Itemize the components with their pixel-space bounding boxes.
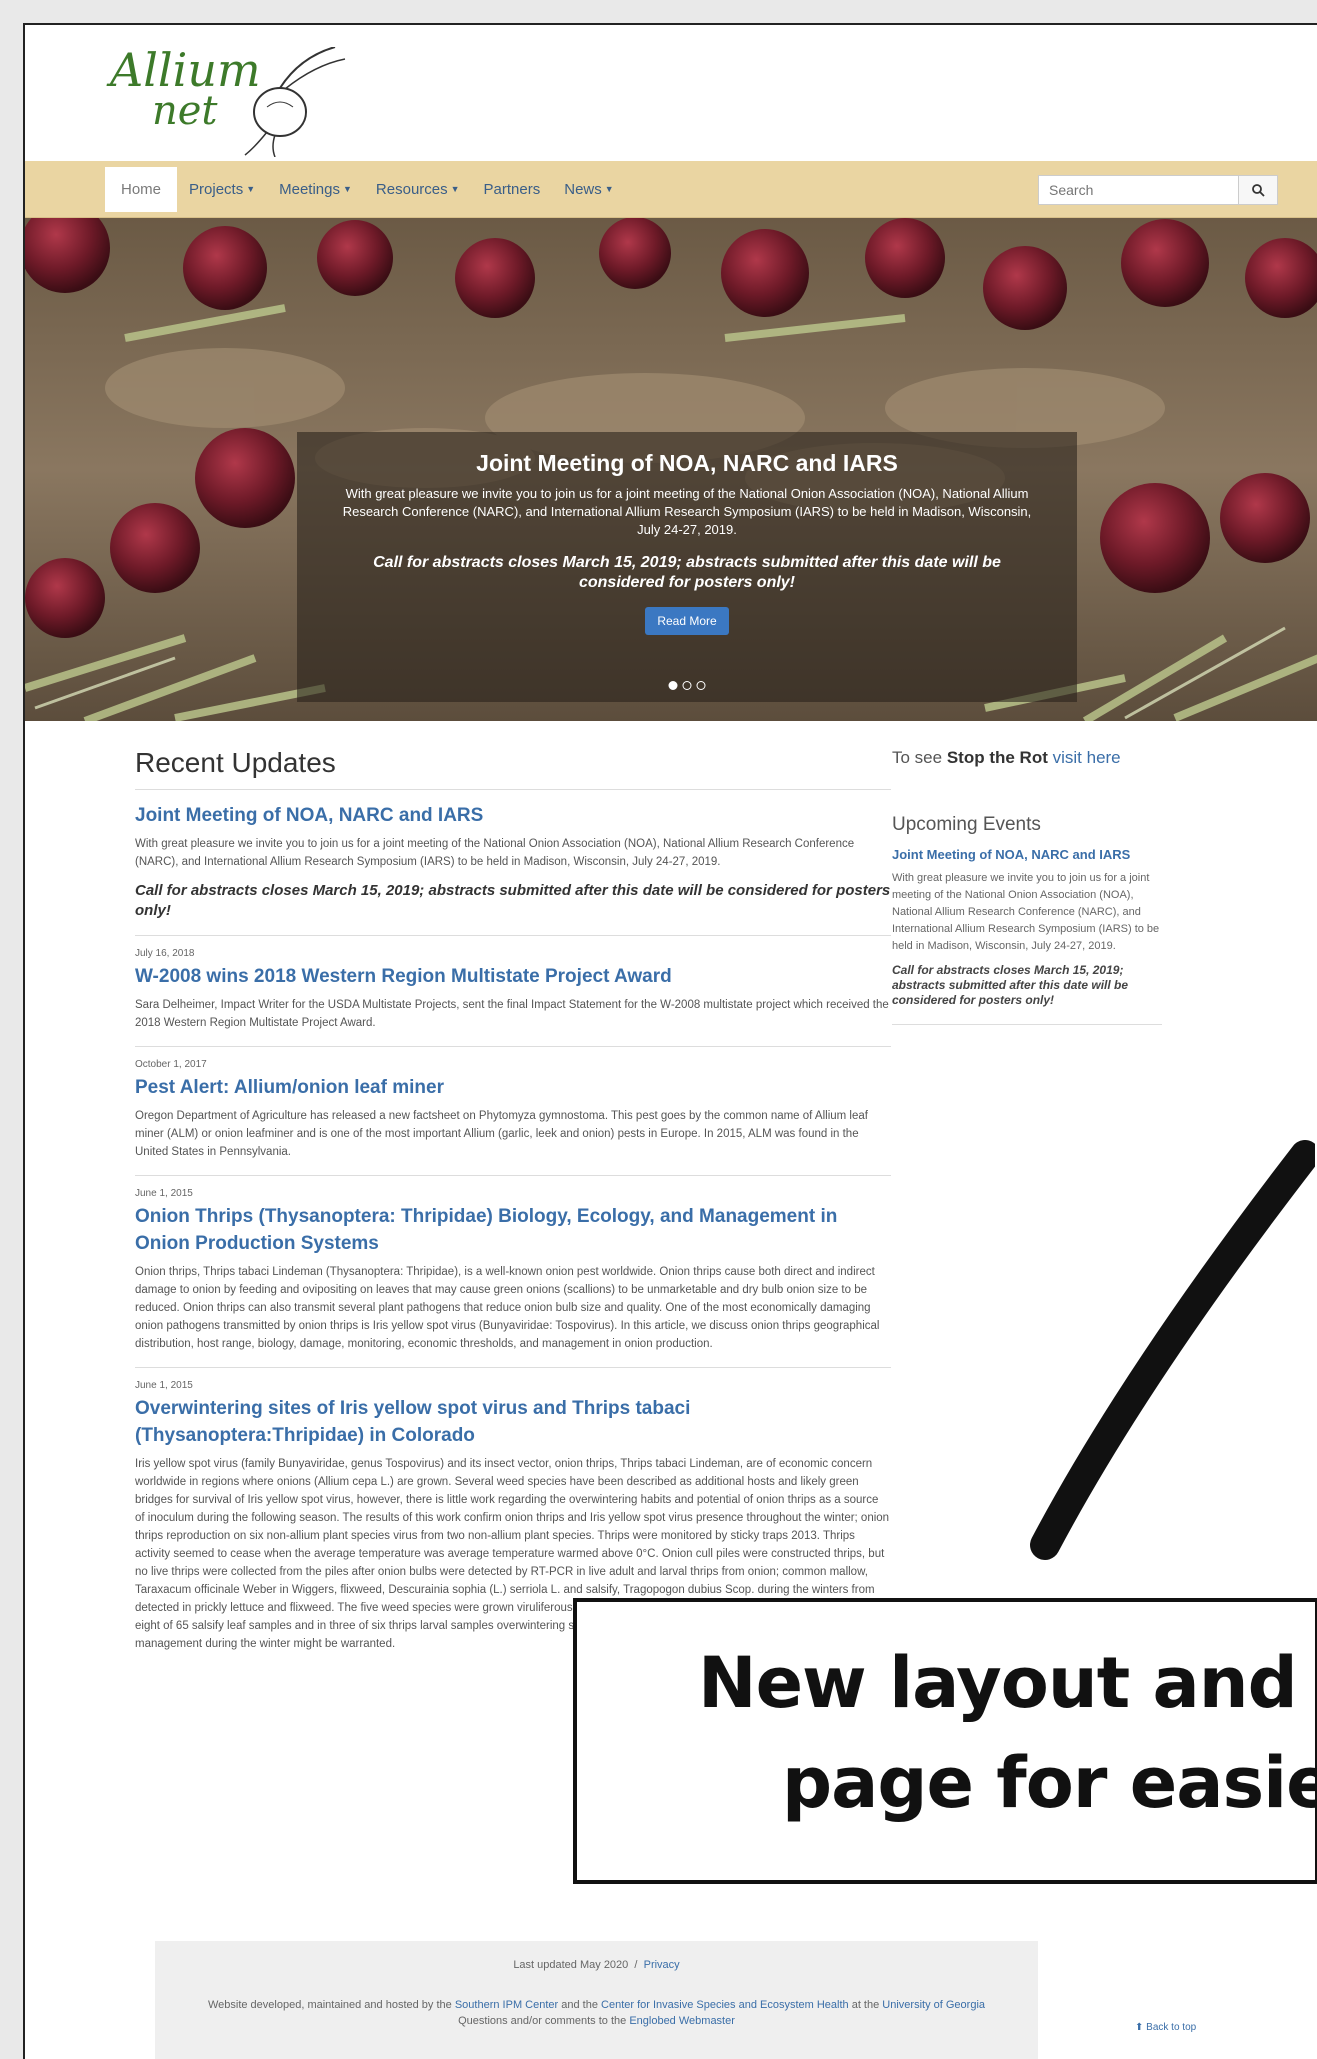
privacy-link[interactable]: Privacy: [644, 1959, 680, 1971]
divider: [892, 1024, 1162, 1025]
update-item: July 16, 2018 W-2008 wins 2018 Western R…: [135, 936, 891, 1047]
credit-text: at the: [851, 1999, 880, 2011]
southern-ipm-link[interactable]: Southern IPM Center: [455, 1999, 558, 2011]
update-title-link[interactable]: W-2008 wins 2018 Western Region Multista…: [135, 963, 891, 990]
back-to-top-label: Back to top: [1146, 2022, 1197, 2033]
update-item: Joint Meeting of NOA, NARC and IARS With…: [135, 800, 891, 936]
update-item: June 1, 2015 Onion Thrips (Thysanoptera:…: [135, 1176, 891, 1368]
update-title-link[interactable]: Pest Alert: Allium/onion leaf miner: [135, 1074, 891, 1101]
page-frame: Allium net Home Projects ▼ Meetings ▼ Reso…: [23, 23, 1317, 2059]
nav-menu: Home Projects ▼ Meetings ▼ Resources ▼ Part…: [105, 161, 626, 217]
callout-line-1: New layout and u: [698, 1642, 1317, 1724]
update-title-link[interactable]: Joint Meeting of NOA, NARC and IARS: [135, 802, 891, 829]
caret-down-icon: ▼: [450, 184, 460, 194]
stoprot-prefix: To see: [892, 748, 943, 767]
carousel-indicators: [668, 681, 706, 690]
back-to-top-link[interactable]: ⬆ Back to top: [1135, 2022, 1196, 2033]
webmaster-link[interactable]: Englobed Webmaster: [629, 2015, 735, 2027]
nav-item-meetings[interactable]: Meetings ▼: [267, 171, 364, 208]
footer-updated-line: Last updated May 2020 / Privacy: [155, 1959, 1038, 1971]
cises-link[interactable]: Center for Invasive Species and Ecosyste…: [601, 1999, 849, 2011]
nav-label: Home: [121, 180, 162, 198]
nav-item-partners[interactable]: Partners: [472, 171, 553, 208]
update-title-link[interactable]: Onion Thrips (Thysanoptera: Thripidae) B…: [135, 1203, 891, 1257]
event-cta: Call for abstracts closes March 15, 2019…: [892, 963, 1129, 1007]
search-input[interactable]: [1038, 175, 1238, 205]
nav-label: Partners: [483, 180, 541, 198]
event-title-link[interactable]: Joint Meeting of NOA, NARC and IARS: [892, 846, 1162, 864]
separator: /: [634, 1959, 638, 1971]
arrow-up-icon: ⬆: [1135, 2022, 1144, 2033]
update-date: October 1, 2017: [135, 1059, 207, 1070]
credit-text: Questions and/or comments to the: [458, 2015, 627, 2027]
sidebar: To see Stop the Rot visit here Upcoming …: [892, 747, 1162, 1025]
update-date: July 16, 2018: [135, 948, 195, 959]
update-title-link[interactable]: Overwintering sites of Iris yellow spot …: [135, 1395, 891, 1449]
carousel-dot[interactable]: [696, 681, 706, 690]
update-date: June 1, 2015: [135, 1188, 193, 1199]
update-cta: Call for abstracts closes March 15, 2019…: [135, 882, 891, 919]
search-button[interactable]: [1238, 175, 1278, 205]
recent-updates-heading: Recent Updates: [135, 747, 891, 790]
annotation-callout: New layout and u page for easier: [573, 1598, 1317, 1884]
event-body: With great pleasure we invite you to joi…: [892, 872, 1160, 952]
caret-down-icon: ▼: [343, 184, 352, 194]
upcoming-events-heading: Upcoming Events: [892, 814, 1041, 835]
nav-item-projects[interactable]: Projects ▼: [177, 171, 267, 208]
callout-line-2: page for easier: [782, 1742, 1317, 1824]
onion-logo-icon: [244, 47, 346, 157]
stoprot-bold: Stop the Rot: [946, 748, 1048, 767]
credit-text: Website developed, maintained and hosted…: [207, 1999, 452, 2011]
carousel-dot[interactable]: [682, 681, 692, 690]
credit-text: and the: [561, 1999, 598, 2011]
site-footer: Last updated May 2020 / Privacy Website …: [155, 1941, 1038, 2059]
update-body: Oregon Department of Agriculture has rel…: [135, 1110, 868, 1158]
stop-the-rot-note: To see Stop the Rot visit here: [892, 747, 1162, 768]
update-body: Sara Delheimer, Impact Writer for the US…: [135, 999, 889, 1029]
caret-down-icon: ▼: [604, 184, 614, 194]
update-body: Onion thrips, Thrips tabaci Lindeman (Th…: [135, 1266, 880, 1350]
nav-label: News: [564, 180, 602, 198]
hero-text: With great pleasure we invite you to joi…: [342, 486, 1032, 537]
update-item: October 1, 2017 Pest Alert: Allium/onion…: [135, 1047, 891, 1176]
annotation-arrow: [1030, 1140, 1315, 1560]
nav-label: Meetings: [279, 180, 340, 198]
uga-link[interactable]: University of Georgia: [882, 1999, 985, 2011]
nav-item-home[interactable]: Home: [105, 166, 178, 212]
search-form: [1038, 175, 1278, 205]
read-more-button[interactable]: Read More: [645, 607, 729, 635]
update-body: With great pleasure we invite you to joi…: [135, 838, 855, 868]
hero-carousel: Joint Meeting of NOA, NARC and IARS With…: [25, 218, 1317, 721]
footer-credits: Website developed, maintained and hosted…: [195, 1997, 998, 2029]
site-logo[interactable]: Allium net: [110, 47, 350, 167]
search-icon: [1252, 184, 1265, 197]
carousel-dot[interactable]: [668, 681, 678, 690]
update-date: June 1, 2015: [135, 1380, 193, 1391]
nav-item-resources[interactable]: Resources ▼: [364, 171, 472, 208]
nav-label: Resources: [375, 180, 448, 198]
main-navbar: Home Projects ▼ Meetings ▼ Resources ▼ Part…: [25, 161, 1317, 218]
nav-item-news[interactable]: News ▼: [552, 171, 625, 208]
hero-caption: Joint Meeting of NOA, NARC and IARS With…: [297, 432, 1077, 702]
stop-the-rot-link[interactable]: visit here: [1053, 748, 1121, 767]
recent-updates: Recent Updates Joint Meeting of NOA, NAR…: [135, 747, 891, 1667]
nav-label: Projects: [189, 180, 244, 198]
last-updated: Last updated May 2020: [513, 1959, 629, 1971]
hero-cta: Call for abstracts closes March 15, 2019…: [373, 554, 1001, 591]
caret-down-icon: ▼: [246, 184, 256, 194]
hero-title: Joint Meeting of NOA, NARC and IARS: [476, 450, 898, 476]
